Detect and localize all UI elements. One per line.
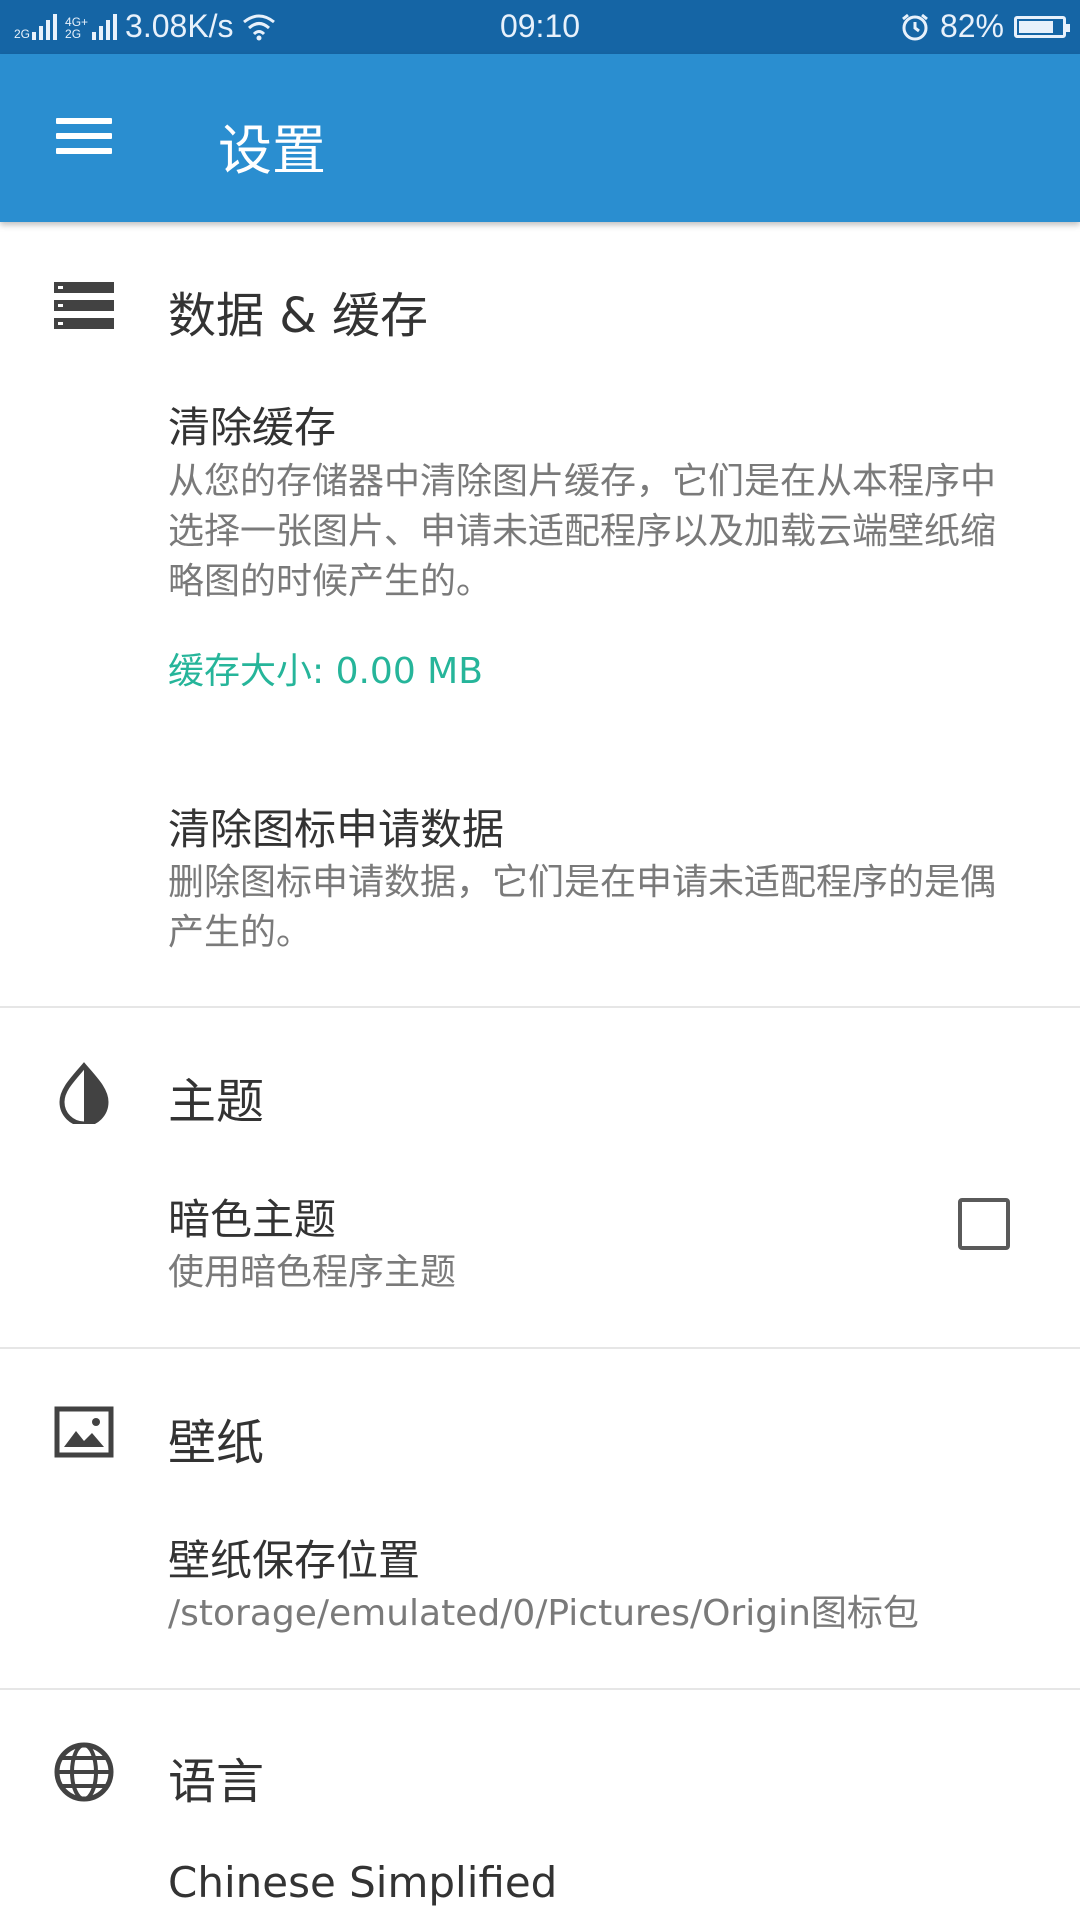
status-bar: 2G 4G+ 2G 3.08K/s 09:10 82% (0, 0, 1080, 54)
globe-icon (54, 1742, 114, 1802)
section-title-wallpaper: 壁纸 (168, 1415, 265, 1471)
pref-clear-icon-requests-summary: 删除图标申请数据，它们是在申请未适配程序的是偶产生的。 (168, 862, 997, 953)
hamburger-menu-icon[interactable] (56, 116, 112, 156)
section-title-theme: 主题 (168, 1074, 265, 1130)
section-title-language: 语言 (168, 1754, 265, 1810)
pref-clear-cache-summary: 从您的存储器中清除图片缓存，它们是在从本程序中选择一张图片、申请未适配程序以及加… (168, 461, 997, 602)
pref-dark-theme-title: 暗色主题 (168, 1195, 337, 1244)
section-theme: 主题 暗色主题 使用暗色程序主题 (0, 1008, 1080, 1348)
section-wallpaper: 壁纸 壁纸保存位置 /storage/emulated/0/Pictures/O… (0, 1349, 1080, 1689)
dark-theme-checkbox[interactable] (958, 1198, 1010, 1250)
pref-language-value: Chinese Simplified (168, 1858, 558, 1907)
pref-dark-theme-summary: 使用暗色程序主题 (168, 1252, 457, 1293)
battery-icon (1014, 15, 1070, 38)
battery-percent: 82% (939, 8, 1004, 44)
page-title: 设置 (218, 119, 326, 182)
battery-level (1019, 20, 1053, 33)
pref-wallpaper-location-summary: /storage/emulated/0/Pictures/Origin图标包 (168, 1593, 919, 1634)
invert-colors-icon (59, 1062, 109, 1124)
pref-clear-cache-title: 清除缓存 (168, 403, 337, 452)
alarm-icon (902, 13, 928, 40)
wallpaper-icon (54, 1406, 114, 1458)
pref-wallpaper-location-title: 壁纸保存位置 (168, 1536, 421, 1585)
storage-icon (54, 282, 114, 329)
pref-clear-icon-requests-title: 清除图标申请数据 (168, 805, 505, 854)
section-data-cache: 数据 & 缓存 清除缓存 从您的存储器中清除图片缓存，它们是在从本程序中选择一张… (0, 222, 1080, 1007)
status-right: 82% (900, 8, 1070, 45)
section-title-data-cache: 数据 & 缓存 (168, 288, 428, 344)
cache-size-label: 缓存大小: 0.00 MB (168, 651, 483, 692)
app-bar: 设置 (0, 54, 1080, 222)
section-language: 语言 Chinese Simplified (0, 1690, 1080, 1920)
